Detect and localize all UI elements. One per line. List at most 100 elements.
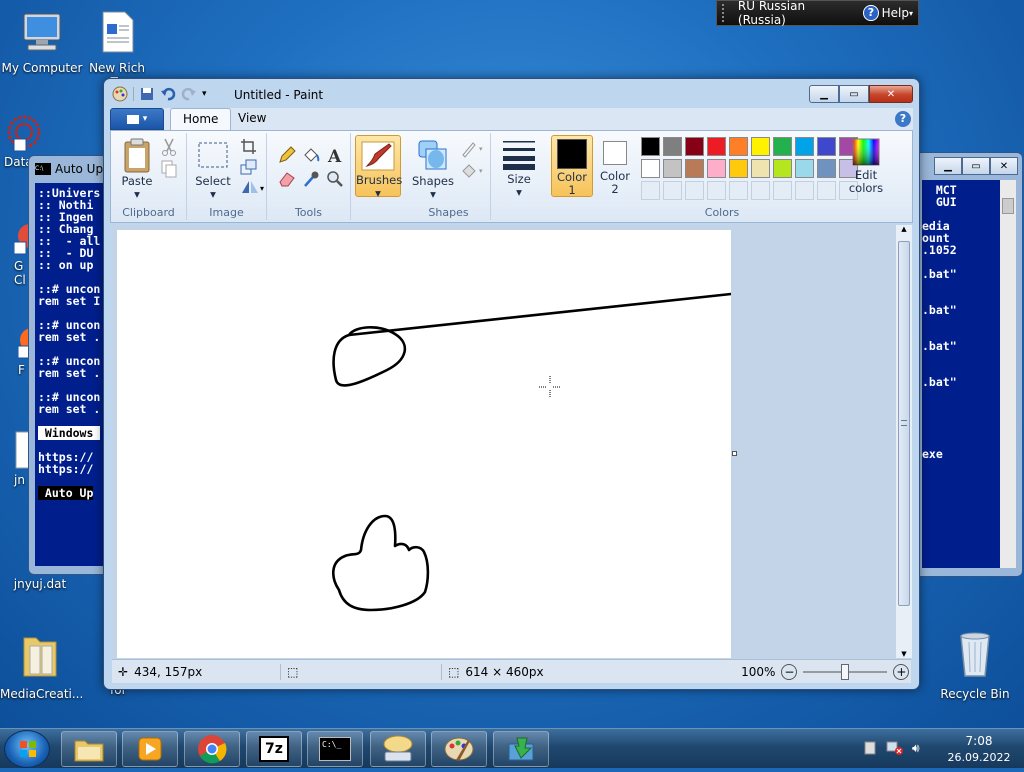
palette-swatch[interactable] [663,159,682,178]
desktop-icon-data[interactable]: Data [0,112,41,169]
paint-window[interactable]: ▾ Untitled - Paint ▁ ▭ ✕ ▾ Home View ? P… [103,78,920,690]
zoom-out-button[interactable]: − [781,663,798,680]
desktop-icon-f[interactable]: F [0,326,44,377]
select-button[interactable]: Select ▾ [191,137,235,201]
console-right-text-area[interactable]: MCT GUI edia ount .1052 .bat" .bat" .bat" … [922,180,1000,568]
palette-swatch-empty[interactable] [707,181,726,200]
fill-with-color-icon[interactable] [301,145,321,165]
language-indicator[interactable]: RU Russian (Russia) [738,0,851,27]
clock-time[interactable]: 7:08 [944,734,1014,748]
edit-colors-button[interactable]: Edit colors [845,137,887,195]
scroll-up-arrow-icon[interactable]: ▲ [896,225,912,239]
undo-icon[interactable] [160,86,176,102]
palette-swatch-empty[interactable] [663,181,682,200]
customize-qat-icon[interactable]: ▾ [202,89,207,99]
console-text-area[interactable]: ::Univers:: Nothi:: Ingen:: Chang:: - al… [35,183,111,566]
palette-swatch-empty[interactable] [729,181,748,200]
minimize-button[interactable]: ▁ [809,85,839,103]
palette-swatch-empty[interactable] [817,181,836,200]
language-bar-grip[interactable] [722,4,726,22]
help-button-icon[interactable]: ? [895,111,911,127]
clock-date[interactable]: 26.09.2022 [944,751,1014,764]
console-right-titlebar[interactable]: ▁ ▭ ✕ [916,153,1022,179]
color-picker-icon[interactable] [301,169,321,189]
vertical-scrollbar[interactable]: ▲ ▼ [895,225,912,658]
console-minimize-button[interactable]: ▁ [934,157,962,175]
palette-swatch[interactable] [729,137,748,156]
palette-swatch[interactable] [773,159,792,178]
taskbar-chrome[interactable] [184,731,240,767]
palette-swatch[interactable] [707,137,726,156]
drawing-canvas[interactable] [117,230,733,658]
taskbar-paint[interactable] [431,731,487,767]
taskbar-command-prompt[interactable]: C:\_ [307,731,363,767]
taskbar-installer[interactable] [493,731,549,767]
palette-swatch[interactable] [817,137,836,156]
language-bar-options-icon[interactable]: ▾ [909,9,913,18]
crop-icon[interactable] [239,137,259,157]
desktop-icon-g[interactable]: G Cl [0,222,42,287]
palette-swatch[interactable] [685,159,704,178]
palette-swatch[interactable] [641,137,660,156]
paint-app-icon[interactable] [112,86,128,102]
zoom-slider[interactable] [803,663,888,680]
canvas-area[interactable] [112,225,901,658]
desktop-icon-mediacreation[interactable]: MediaCreati... [0,630,83,701]
console-right-scroll-thumb[interactable] [1002,198,1014,214]
paint-titlebar[interactable]: ▾ Untitled - Paint ▁ ▭ ✕ [104,79,919,109]
palette-swatch[interactable] [751,137,770,156]
desktop-icon-my-computer[interactable]: My Computer [0,10,84,75]
action-center-icon[interactable] [864,741,878,755]
copy-icon[interactable] [159,159,179,179]
scroll-down-arrow-icon[interactable]: ▼ [896,650,912,658]
console-close-button[interactable]: ✕ [990,157,1018,175]
taskbar-on-screen-keyboard[interactable] [370,731,426,767]
help-label[interactable]: Help [882,6,909,20]
brushes-button[interactable]: Brushes ▾ [355,135,402,200]
palette-swatch[interactable] [641,159,660,178]
palette-swatch[interactable] [795,137,814,156]
close-button[interactable]: ✕ [869,85,913,103]
palette-swatch[interactable] [795,159,814,178]
desktop-icon-recycle-bin[interactable]: Recycle Bin [935,630,1015,701]
help-icon[interactable]: ? [863,5,879,21]
console-right-scrollbar[interactable] [1000,180,1016,568]
paint-menu-button[interactable]: ▾ [110,108,164,130]
outline-icon[interactable]: ▾ [459,139,487,159]
palette-swatch-empty[interactable] [685,181,704,200]
fill-icon[interactable]: ▾ [459,161,487,181]
palette-swatch-empty[interactable] [795,181,814,200]
palette-swatch[interactable] [817,159,836,178]
save-icon[interactable] [139,86,155,102]
palette-swatch-empty[interactable] [773,181,792,200]
rotate-icon[interactable]: ▾ [239,177,265,197]
eraser-icon[interactable] [277,169,297,189]
console-maximize-button[interactable]: ▭ [962,157,990,175]
zoom-in-button[interactable]: + [893,663,910,680]
color2-button[interactable]: Color 2 [595,135,635,197]
palette-swatch-empty[interactable] [751,181,770,200]
zoom-slider-thumb[interactable] [841,663,850,680]
palette-swatch[interactable] [773,137,792,156]
language-bar[interactable]: RU Russian (Russia) ? Help ▾ [716,0,919,27]
tab-home[interactable]: Home [170,108,232,130]
console-window-right[interactable]: ▁ ▭ ✕ MCT GUI edia ount .1052 .bat" .bat" … [915,152,1023,577]
cut-icon[interactable] [159,137,179,157]
pencil-icon[interactable] [277,145,297,165]
shapes-button[interactable]: Shapes ▾ [411,137,455,201]
volume-icon[interactable]: 🔊︎ [912,741,928,755]
palette-swatch[interactable] [729,159,748,178]
taskbar-media-player[interactable] [122,731,178,767]
start-button[interactable] [4,730,50,768]
size-button[interactable]: Size ▾ [497,137,541,199]
canvas-resize-handle-right[interactable] [732,451,737,456]
color1-button[interactable]: Color 1 [551,135,593,197]
magnifier-icon[interactable] [325,169,345,189]
resize-icon[interactable] [239,157,259,177]
tab-view[interactable]: View [226,108,278,130]
taskbar-explorer[interactable] [61,731,117,767]
palette-swatch[interactable] [663,137,682,156]
palette-swatch[interactable] [707,159,726,178]
desktop-icon-jn[interactable]: jn [0,430,31,487]
scroll-thumb[interactable] [898,241,910,606]
